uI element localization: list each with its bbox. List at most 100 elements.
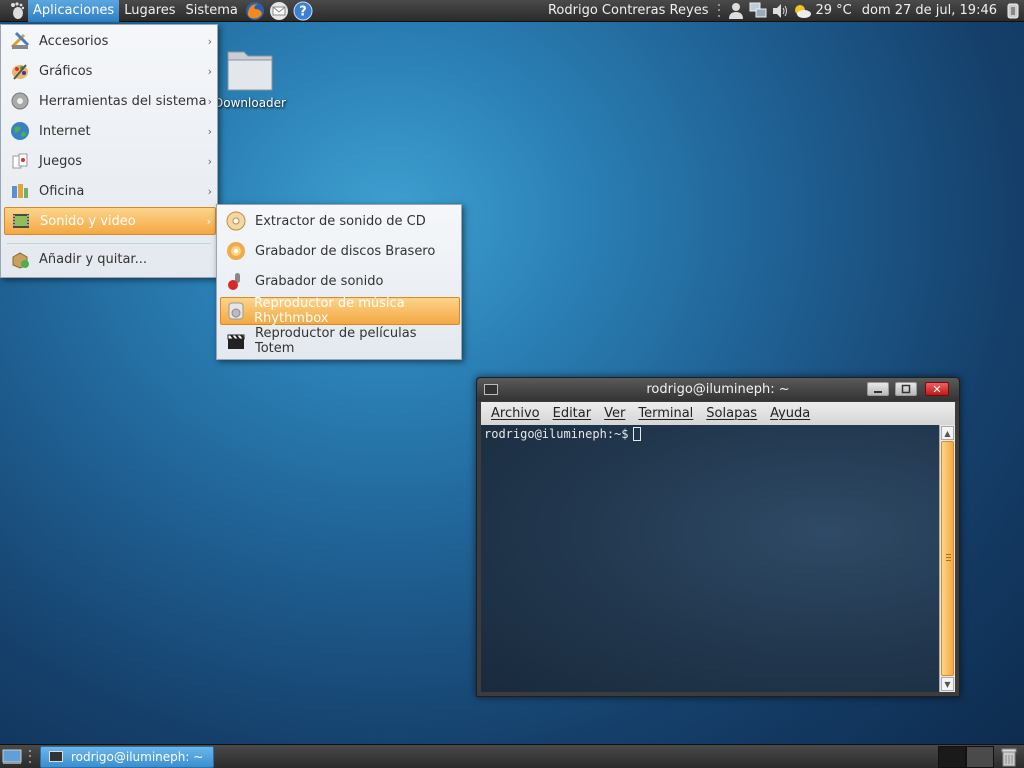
system-tools-icon [9,90,31,112]
menu-ver[interactable]: Ver [604,406,625,421]
menu-item-label: Herramientas del sistema [39,93,207,109]
menu-solapas[interactable]: Solapas [706,406,757,421]
chevron-right-icon: › [206,214,211,228]
office-icon [9,180,31,202]
show-desktop-icon[interactable] [0,746,24,768]
sound-video-icon [10,210,32,232]
submenu-item-cd-extractor[interactable]: Extractor de sonido de CD [220,207,460,235]
workspace-switcher[interactable] [938,745,994,768]
applications-menu: Accesorios › Gráficos › Herramientas del… [0,24,218,278]
terminal-window-icon [49,751,63,762]
rhythmbox-icon [226,300,246,322]
games-icon [9,150,31,172]
network-icon[interactable] [747,0,769,22]
menu-item-accesorios[interactable]: Accesorios › [4,27,216,55]
shell-prompt: rodrigo@ilumineph:~$ [484,427,629,441]
menu-ayuda[interactable]: Ayuda [770,406,810,421]
gnome-foot-icon[interactable] [6,0,28,22]
terminal-menubar: Archivo Editar Ver Terminal Solapas Ayud… [481,402,955,425]
scrollbar-thumb[interactable] [941,441,954,676]
panel-handle [716,3,722,19]
svg-text:?: ? [299,4,307,19]
shutdown-icon[interactable] [1002,0,1024,22]
temperature[interactable]: 29 °C [813,3,856,18]
menu-terminal[interactable]: Terminal [638,406,693,421]
workspace-2[interactable] [966,745,994,768]
taskbar-terminal-button[interactable]: rodrigo@ilumineph: ~ [40,745,214,768]
folder-label: Downloader [214,96,286,110]
menu-item-label: Añadir y quitar... [39,251,147,267]
chevron-right-icon: › [207,64,212,78]
menu-editar[interactable]: Editar [553,406,592,421]
bottom-panel: rodrigo@ilumineph: ~ [0,744,1024,768]
menu-item-label: Grabador de sonido [255,273,384,289]
firefox-icon[interactable] [244,0,266,22]
menu-item-graficos[interactable]: Gráficos › [4,57,216,85]
menu-item-label: Reproductor de música Rhythmbox [254,296,405,326]
chevron-right-icon: › [207,94,212,108]
task-label: rodrigo@ilumineph: ~ [71,749,204,764]
cd-extractor-icon [225,210,247,232]
window-titlebar[interactable]: rodrigo@ilumineph: ~ ✕ [477,378,959,401]
menu-item-label: Gráficos [39,63,93,79]
chevron-right-icon: › [207,154,212,168]
terminal-area[interactable]: rodrigo@ilumineph:~$ [481,425,941,692]
sound-recorder-icon [225,270,247,292]
menu-item-label: Extractor de sonido de CD [255,213,426,229]
clock[interactable]: dom 27 de jul, 19:46 [857,3,1002,18]
chevron-right-icon: › [207,124,212,138]
panel-handle [27,749,33,765]
menu-item-internet[interactable]: Internet › [4,117,216,145]
weather-sun-cloud-icon[interactable] [791,0,813,22]
menu-item-label: Reproductor de películas Totem [255,326,417,356]
accessories-icon [9,30,31,52]
scroll-down-arrow-icon[interactable]: ▼ [941,677,954,691]
scroll-up-arrow-icon[interactable]: ▲ [941,426,954,440]
close-button[interactable]: ✕ [925,382,949,396]
top-panel: Aplicaciones Lugares Sistema ? Rodrigo C… [0,0,1024,22]
vertical-scrollbar[interactable]: ▲ ▼ [939,425,955,692]
menu-item-herramientas[interactable]: Herramientas del sistema › [4,87,216,115]
maximize-button[interactable] [895,382,917,396]
menu-item-label: Sonido y video [40,213,136,229]
chevron-right-icon: › [207,34,212,48]
graphics-icon [9,60,31,82]
submenu-item-totem[interactable]: Reproductor de películas Totem [220,326,460,356]
menu-item-anadir-quitar[interactable]: Añadir y quitar... [4,245,216,273]
menu-item-label: Oficina [39,183,85,199]
menu-item-label: Internet [39,123,91,139]
user-name[interactable]: Rodrigo Contreras Reyes [543,3,714,18]
menu-sistema[interactable]: Sistema [181,0,243,22]
chevron-right-icon: › [207,184,212,198]
menu-item-label: Accesorios [39,33,109,49]
menu-archivo[interactable]: Archivo [491,406,540,421]
folder-icon [227,51,273,91]
mail-icon[interactable] [268,0,290,22]
workspace-1[interactable] [938,745,966,768]
trash-icon[interactable] [998,746,1020,768]
menu-separator [7,243,211,244]
user-switcher-icon[interactable] [725,0,747,22]
submenu-sonido-video: Extractor de sonido de CD Grabador de di… [216,204,462,360]
desktop-folder-downloader[interactable]: Downloader [210,44,290,110]
terminal-window: rodrigo@ilumineph: ~ ✕ Archivo Editar Ve… [476,377,960,697]
text-cursor [632,427,641,441]
totem-clapper-icon [225,330,247,352]
internet-globe-icon [9,120,31,142]
menu-item-label: Juegos [39,153,83,169]
submenu-item-sound-recorder[interactable]: Grabador de sonido [220,267,460,295]
menu-item-juegos[interactable]: Juegos › [4,147,216,175]
menu-aplicaciones[interactable]: Aplicaciones [28,0,120,22]
brasero-icon [225,240,247,262]
volume-icon[interactable] [769,0,791,22]
submenu-item-brasero[interactable]: Grabador de discos Brasero [220,237,460,265]
menu-item-oficina[interactable]: Oficina › [4,177,216,205]
help-icon[interactable]: ? [292,0,314,22]
menu-item-label: Grabador de discos Brasero [255,243,436,259]
submenu-item-rhythmbox[interactable]: Reproductor de música Rhythmbox [220,296,460,326]
menu-item-sonido-video[interactable]: Sonido y video › [4,207,216,235]
add-remove-package-icon [9,248,31,270]
close-icon: ✕ [932,382,942,396]
minimize-button[interactable] [867,382,889,396]
menu-lugares[interactable]: Lugares [119,0,180,22]
